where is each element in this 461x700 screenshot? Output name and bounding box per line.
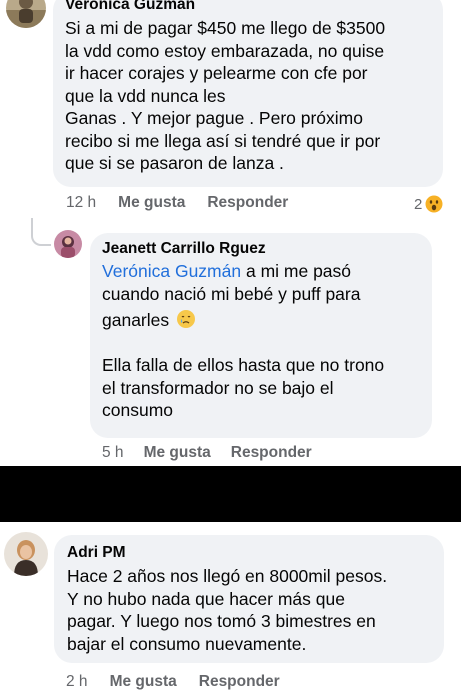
- avatar-jeanett[interactable]: [54, 230, 82, 258]
- reply-button[interactable]: Responder: [199, 673, 280, 691]
- comment-actions: 2 h Me gusta Responder: [66, 673, 280, 691]
- comment-author[interactable]: Jeanett Carrillo Rguez: [102, 240, 420, 258]
- profile-photo-icon: [54, 230, 82, 258]
- like-button[interactable]: Me gusta: [144, 444, 211, 462]
- comment-line: pagar. Y luego nos tomó 3 bimestres en: [67, 611, 376, 631]
- comment-line: la vdd como estoy embarazada, no quise: [65, 40, 385, 61]
- thread-connector: [31, 218, 51, 246]
- comment-bubble: Verónica Guzmán Si a mi de pagar $450 me…: [53, 0, 443, 187]
- comment-text: Hace 2 años nos llegó en 8000mil pesos. …: [67, 565, 431, 655]
- reaction-count: 2: [414, 195, 423, 213]
- redaction-bar: [0, 466, 461, 522]
- comment-timestamp[interactable]: 2 h: [66, 673, 88, 691]
- like-button[interactable]: Me gusta: [118, 194, 185, 212]
- comment-line: cuando nació mi bebé y puff para: [102, 283, 361, 304]
- comment-text-segment: ganarles: [102, 310, 170, 330]
- comment-line: el transformador no se bajo el: [102, 377, 334, 398]
- comment-author[interactable]: Verónica Guzmán: [65, 0, 431, 14]
- wow-reaction-icon: [425, 195, 443, 213]
- comment-line: consumo: [102, 400, 174, 420]
- profile-photo-icon: [6, 0, 46, 28]
- comment-text: Si a mi de pagar $450 me llego de $3500 …: [65, 17, 431, 175]
- comment-line: Ganas . Y mejor pague . Pero próximo: [65, 108, 363, 128]
- comment-line: Si a mi de pagar $450 me llego de $3500: [65, 18, 386, 38]
- sad-tear-emoji-icon: [177, 310, 196, 328]
- comment-text-segment: a mi me pasó: [241, 261, 352, 281]
- comment-line: Verónica Guzmán a mi me pasó: [102, 260, 420, 283]
- comment-line: ir hacer corajes y pelearme con cfe por: [65, 63, 368, 83]
- comment-line: ganarles: [102, 309, 420, 332]
- comment-timestamp[interactable]: 12 h: [66, 194, 96, 212]
- reply-button[interactable]: Responder: [231, 444, 312, 462]
- comment-bubble: Adri PM Hace 2 años nos llegó en 8000mil…: [54, 535, 444, 663]
- comment-line: Ella falla de ellos hasta que no trono: [102, 355, 385, 375]
- comment-actions: 5 h Me gusta Responder: [102, 444, 312, 462]
- reaction-summary[interactable]: 2: [414, 195, 443, 213]
- like-button[interactable]: Me gusta: [110, 673, 177, 691]
- comment-text: Verónica Guzmán a mi me pasó cuando naci…: [102, 260, 420, 422]
- comment-line: Hace 2 años nos llegó en 8000mil pesos.: [67, 566, 388, 586]
- comment-line: bajar el consumo nuevamente.: [67, 633, 307, 654]
- avatar-adri[interactable]: [4, 532, 48, 576]
- comment-actions: 12 h Me gusta Responder: [66, 194, 288, 212]
- comment-bubble: Jeanett Carrillo Rguez Verónica Guzmán a…: [90, 233, 432, 438]
- comment-line: recibo si me llega así si tendré que ir …: [65, 130, 381, 151]
- mention-link[interactable]: Verónica Guzmán: [102, 261, 241, 281]
- comment-timestamp[interactable]: 5 h: [102, 444, 124, 462]
- comment-line: que la vdd nunca les: [65, 85, 226, 106]
- comment-line: Y no hubo nada que hacer más que: [67, 588, 345, 609]
- reply-button[interactable]: Responder: [207, 194, 288, 212]
- profile-photo-icon: [4, 532, 48, 576]
- comment-line: que si se pasaron de lanza .: [65, 153, 284, 173]
- avatar-veronica[interactable]: [6, 0, 46, 28]
- comment-author[interactable]: Adri PM: [67, 544, 431, 562]
